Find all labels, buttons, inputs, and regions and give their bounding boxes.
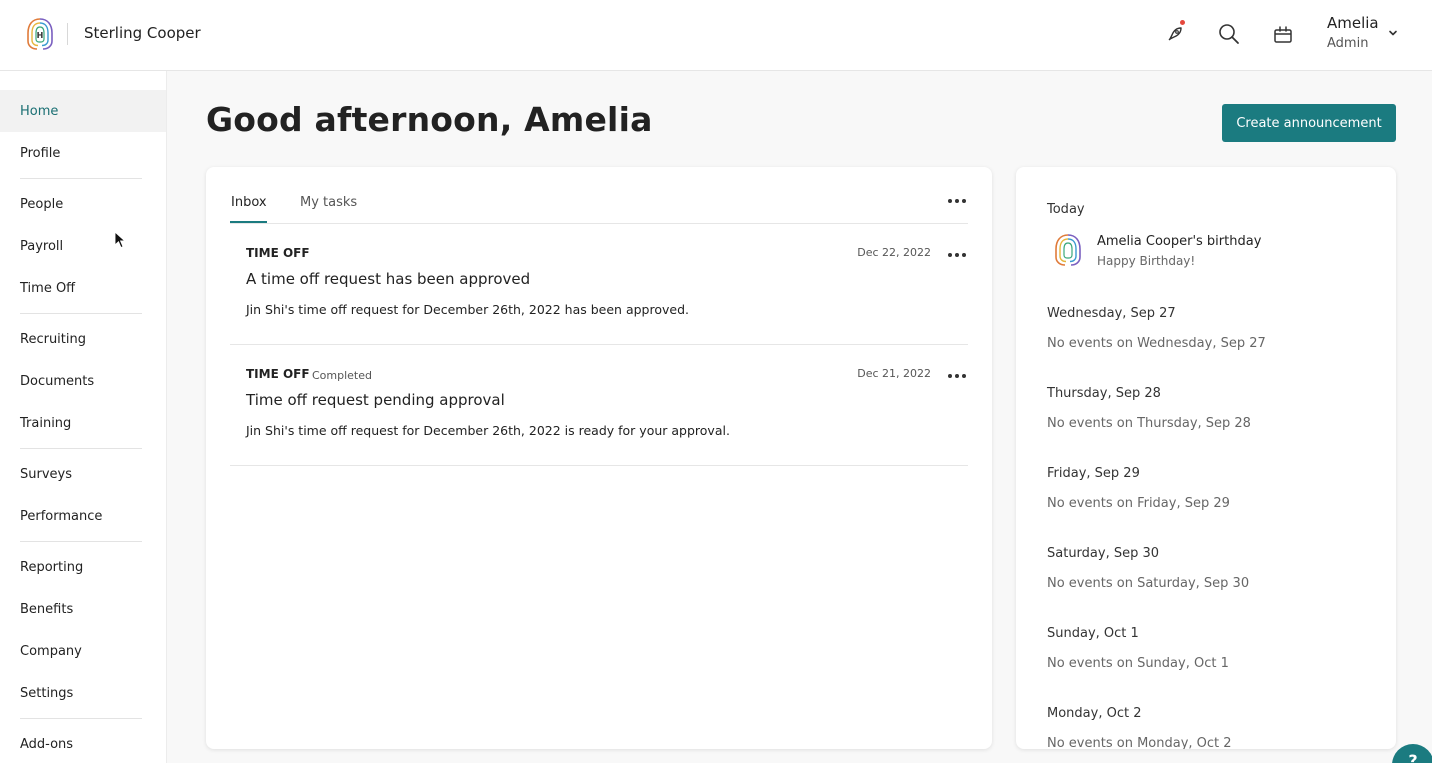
more-icon[interactable] bbox=[948, 373, 966, 379]
sidebar-item-recruiting[interactable]: Recruiting bbox=[0, 318, 166, 360]
tab-inbox[interactable]: Inbox bbox=[231, 195, 267, 210]
sidebar-divider bbox=[20, 718, 142, 719]
event-empty-text: No events on Friday, Sep 29 bbox=[1047, 496, 1230, 511]
message-body: Jin Shi's time off request for December … bbox=[246, 423, 730, 438]
cursor-icon bbox=[114, 231, 126, 249]
sidebar-item-time-off[interactable]: Time Off bbox=[0, 267, 166, 309]
sidebar-item-reporting[interactable]: Reporting bbox=[0, 546, 166, 588]
sidebar-item-profile[interactable]: Profile bbox=[0, 132, 166, 174]
event-day: Sunday, Oct 1 bbox=[1047, 626, 1139, 641]
sidebar-divider bbox=[20, 178, 142, 179]
create-announcement-button[interactable]: Create announcement bbox=[1222, 104, 1396, 142]
sidebar-item-company[interactable]: Company bbox=[0, 630, 166, 672]
company-name[interactable]: Sterling Cooper bbox=[84, 24, 201, 42]
sidebar-divider bbox=[20, 448, 142, 449]
message-title: A time off request has been approved bbox=[246, 270, 531, 288]
sidebar-item-surveys[interactable]: Surveys bbox=[0, 453, 166, 495]
sidebar-item-add-ons[interactable]: Add-ons bbox=[0, 723, 166, 763]
logo-icon[interactable]: H bbox=[26, 17, 54, 51]
sidebar-item-settings[interactable]: Settings bbox=[0, 672, 166, 714]
message-category: TIME OFF bbox=[246, 246, 310, 260]
user-role: Admin bbox=[1327, 36, 1369, 51]
event-empty-text: No events on Sunday, Oct 1 bbox=[1047, 656, 1229, 671]
search-button[interactable] bbox=[1215, 20, 1243, 48]
svg-text:H: H bbox=[37, 31, 44, 40]
help-button[interactable]: ? bbox=[1392, 744, 1432, 763]
tab-my-tasks[interactable]: My tasks bbox=[300, 195, 357, 210]
event-day: Thursday, Sep 28 bbox=[1047, 386, 1161, 401]
page-title: Good afternoon, Amelia bbox=[206, 100, 653, 139]
more-icon[interactable] bbox=[948, 252, 966, 258]
list-item[interactable]: TIME OFF Completed Dec 21, 2022 Time off… bbox=[230, 345, 968, 466]
events-card: Today Amelia Cooper's birthday Happy Bir… bbox=[1016, 167, 1396, 749]
rocket-icon bbox=[1168, 27, 1182, 41]
chevron-down-icon[interactable] bbox=[1386, 26, 1400, 40]
event-empty-text: No events on Thursday, Sep 28 bbox=[1047, 416, 1251, 431]
inbox-tabs: Inbox My tasks bbox=[230, 167, 968, 224]
search-icon bbox=[1219, 24, 1239, 44]
sidebar-divider bbox=[20, 313, 142, 314]
inbox-card: Inbox My tasks TIME OFF Dec 22, 2022 A t… bbox=[206, 167, 992, 749]
top-bar: H Sterling Cooper Amelia Admin bbox=[0, 0, 1432, 71]
gift-icon bbox=[1274, 26, 1292, 43]
notification-dot bbox=[1180, 20, 1185, 25]
message-status: Completed bbox=[312, 369, 372, 382]
message-date: Dec 22, 2022 bbox=[857, 246, 931, 259]
logo-icon bbox=[1055, 234, 1081, 266]
event-day: Wednesday, Sep 27 bbox=[1047, 306, 1176, 321]
calendar-button[interactable] bbox=[1269, 20, 1297, 48]
sidebar-item-benefits[interactable]: Benefits bbox=[0, 588, 166, 630]
event-empty-text: No events on Monday, Oct 2 bbox=[1047, 736, 1232, 749]
event-day: Friday, Sep 29 bbox=[1047, 466, 1140, 481]
list-item[interactable]: TIME OFF Dec 22, 2022 A time off request… bbox=[230, 224, 968, 345]
sidebar-item-training[interactable]: Training bbox=[0, 402, 166, 444]
event-day: Saturday, Sep 30 bbox=[1047, 546, 1160, 561]
sidebar-item-performance[interactable]: Performance bbox=[0, 495, 166, 537]
birthday-subtitle: Happy Birthday! bbox=[1097, 254, 1196, 268]
sidebar-item-documents[interactable]: Documents bbox=[0, 360, 166, 402]
event-empty-text: No events on Wednesday, Sep 27 bbox=[1047, 336, 1266, 351]
active-tab-indicator bbox=[230, 221, 267, 223]
birthday-title[interactable]: Amelia Cooper's birthday bbox=[1097, 234, 1261, 249]
event-empty-text: No events on Saturday, Sep 30 bbox=[1047, 576, 1250, 591]
announcements-button[interactable] bbox=[1161, 20, 1189, 48]
events-today-label: Today bbox=[1047, 202, 1085, 217]
message-date: Dec 21, 2022 bbox=[857, 367, 931, 380]
user-name[interactable]: Amelia bbox=[1327, 14, 1379, 32]
sidebar: Home Profile People Payroll Time Off Rec… bbox=[0, 71, 167, 763]
message-category: TIME OFF bbox=[246, 367, 310, 381]
more-icon[interactable] bbox=[948, 198, 966, 204]
sidebar-divider bbox=[20, 541, 142, 542]
message-title: Time off request pending approval bbox=[246, 391, 505, 409]
message-body: Jin Shi's time off request for December … bbox=[246, 302, 689, 317]
sidebar-item-payroll[interactable]: Payroll bbox=[0, 225, 166, 267]
event-day: Monday, Oct 2 bbox=[1047, 706, 1142, 721]
brand-divider bbox=[67, 23, 68, 45]
sidebar-item-home[interactable]: Home bbox=[0, 90, 166, 132]
sidebar-item-people[interactable]: People bbox=[0, 183, 166, 225]
